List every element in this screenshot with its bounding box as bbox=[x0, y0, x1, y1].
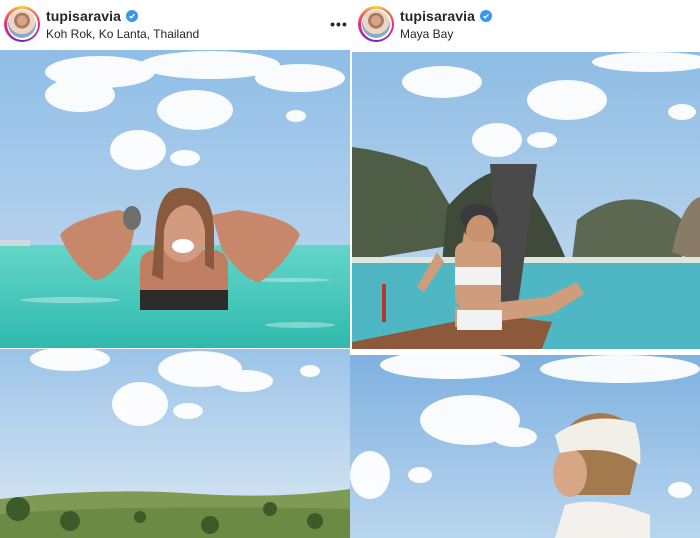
verified-badge-icon bbox=[480, 9, 493, 22]
post-photo-headscarf-portrait[interactable] bbox=[350, 355, 700, 538]
more-options-icon[interactable]: ••• bbox=[330, 16, 348, 32]
user-meta: tupisaravia Koh Rok, Ko Lanta, Thailand bbox=[46, 8, 199, 41]
username[interactable]: tupisaravia bbox=[400, 8, 475, 24]
avatar-story-ring[interactable] bbox=[4, 6, 40, 42]
username[interactable]: tupisaravia bbox=[46, 8, 121, 24]
avatar bbox=[362, 10, 390, 38]
verified-badge-icon bbox=[126, 9, 139, 22]
avatar-story-ring[interactable] bbox=[358, 6, 394, 42]
avatar bbox=[8, 10, 36, 38]
post-header-2: tupisaravia Maya Bay bbox=[350, 0, 700, 48]
location-link[interactable]: Maya Bay bbox=[400, 27, 492, 41]
location-link[interactable]: Koh Rok, Ko Lanta, Thailand bbox=[46, 27, 199, 41]
user-meta: tupisaravia Maya Bay bbox=[400, 8, 493, 41]
post-photo-green-hills[interactable] bbox=[0, 349, 350, 538]
post-photo-sea-swim[interactable] bbox=[0, 50, 350, 348]
post-header-1: tupisaravia Koh Rok, Ko Lanta, Thailand bbox=[0, 0, 350, 48]
post-photo-maya-bay[interactable] bbox=[352, 52, 700, 349]
